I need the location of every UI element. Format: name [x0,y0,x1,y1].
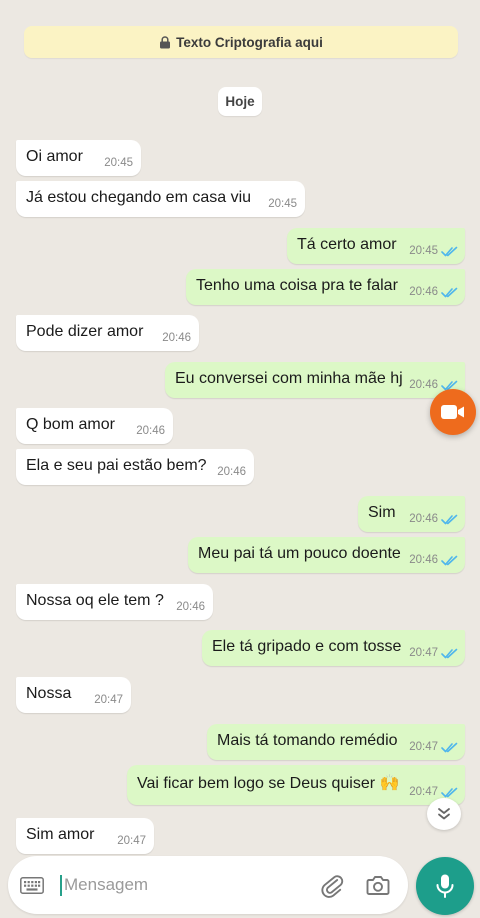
message-time: 20:46 [162,332,191,344]
message-meta: 20:47 [94,692,123,708]
message-time: 20:46 [409,513,438,525]
message-outgoing[interactable]: Mais tá tomando remédio 20:47 [207,724,465,760]
double-check-icon [441,787,458,797]
message-text: Ele tá gripado e com tosse [212,638,402,655]
double-check-icon [441,742,458,752]
message-meta: 20:47 [409,739,458,755]
message-text: Meu pai tá um pouco doente [198,545,401,562]
message-text: Vai ficar bem logo se Deus quiser 🙌 [137,775,400,792]
lock-icon [160,35,171,48]
message-outgoing[interactable]: Tenho uma coisa pra te falar 20:46 [186,269,465,305]
message-meta: 20:45 [104,155,133,171]
message-text: Mais tá tomando remédio [217,732,398,749]
message-meta: 20:46 [409,552,458,568]
message-text: Oi amor [26,148,83,165]
message-time: 20:45 [268,198,297,210]
message-meta: 20:46 [136,423,165,439]
message-meta: 20:46 [176,599,205,615]
message-incoming[interactable]: Sim amor 20:47 [16,818,154,854]
double-check-icon [441,287,458,297]
message-meta: 20:45 [268,196,297,212]
message-meta: 20:46 [409,284,458,300]
message-meta: 20:46 [217,464,246,480]
message-incoming[interactable]: Já estou chegando em casa viu 20:45 [16,181,305,217]
message-text: Já estou chegando em casa viu [26,189,252,206]
chat-area: Texto Criptografia aqui Hoje Oi amor 20:… [0,0,480,918]
message-time: 20:47 [409,741,438,753]
microphone-button[interactable] [416,857,474,915]
message-time: 20:46 [409,379,438,391]
message-time: 20:47 [409,786,438,798]
message-time: 20:47 [117,835,146,847]
date-chip: Hoje [218,87,262,116]
message-time: 20:45 [409,245,438,257]
message-time: 20:47 [409,647,438,659]
message-text: Nossa [26,685,72,702]
message-outgoing[interactable]: Ele tá gripado e com tosse 20:47 [202,630,465,666]
message-text: Sim amor [26,826,95,843]
message-outgoing[interactable]: Eu conversei com minha mãe hj 20:46 [165,362,465,398]
message-time: 20:45 [104,157,133,169]
double-check-icon [441,514,458,524]
message-incoming[interactable]: Q bom amor 20:46 [16,408,173,444]
message-meta: 20:46 [409,511,458,527]
scroll-to-bottom-button[interactable] [427,798,461,830]
microphone-icon [436,874,454,898]
encryption-notice[interactable]: Texto Criptografia aqui [24,26,458,58]
message-time: 20:46 [136,425,165,437]
video-call-button[interactable] [430,389,476,435]
message-time: 20:46 [217,466,246,478]
message-time: 20:46 [176,601,205,613]
encryption-notice-text: Texto Criptografia aqui [176,34,323,50]
message-incoming[interactable]: Nossa oq ele tem ? 20:46 [16,584,213,620]
chevron-double-down-icon [438,808,450,820]
double-check-icon [441,648,458,658]
message-incoming[interactable]: Nossa 20:47 [16,677,131,713]
message-meta: 20:47 [117,833,146,849]
message-time: 20:47 [94,694,123,706]
message-outgoing[interactable]: Meu pai tá um pouco doente 20:46 [188,537,465,573]
message-incoming[interactable]: Pode dizer amor 20:46 [16,315,199,351]
message-text: Sim [368,504,396,521]
message-time: 20:46 [409,554,438,566]
message-incoming[interactable]: Oi amor 20:45 [16,140,141,176]
message-meta: 20:46 [162,330,191,346]
message-text: Tenho uma coisa pra te falar [196,277,398,294]
paperclip-icon[interactable] [320,872,344,898]
message-text: Eu conversei com minha mãe hj [175,370,403,387]
keyboard-icon[interactable] [20,877,44,894]
message-meta: 20:45 [409,243,458,259]
message-outgoing[interactable]: Vai ficar bem logo se Deus quiser 🙌 20:4… [127,765,465,805]
message-text: Pode dizer amor [26,323,144,340]
message-text: Q bom amor [26,416,115,433]
message-input[interactable] [64,872,264,898]
camera-icon[interactable] [366,874,390,896]
text-caret [60,875,62,896]
double-check-icon [441,555,458,565]
message-meta: 20:47 [409,645,458,661]
message-composer [8,856,408,914]
message-outgoing[interactable]: Tá certo amor 20:45 [287,228,465,264]
video-camera-icon [441,405,464,419]
message-time: 20:46 [409,286,438,298]
double-check-icon [441,246,458,256]
message-incoming[interactable]: Ela e seu pai estão bem? 20:46 [16,449,254,485]
message-outgoing[interactable]: Sim 20:46 [358,496,465,532]
message-text: Ela e seu pai estão bem? [26,457,207,474]
message-meta: 20:47 [409,784,458,800]
message-text: Tá certo amor [297,236,397,253]
message-text: Nossa oq ele tem ? [26,592,164,609]
